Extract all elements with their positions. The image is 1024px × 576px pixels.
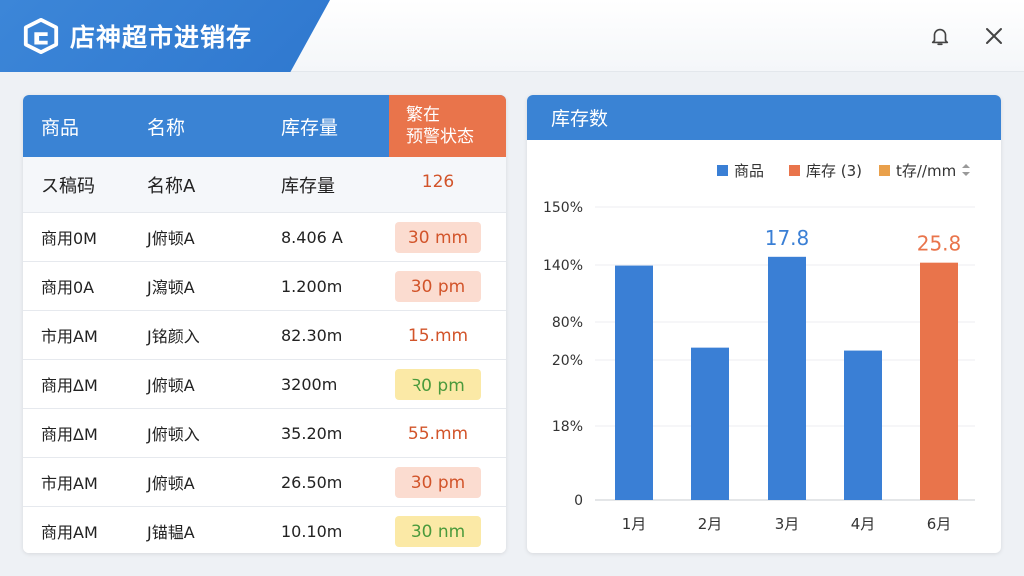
table-cell: J俯顿入 xyxy=(147,425,200,444)
y-tick-label: 150% xyxy=(543,200,583,216)
warning-header-line1: 繁在 xyxy=(406,105,440,125)
status-badge: 126 xyxy=(421,171,455,192)
y-tick-label: 20% xyxy=(552,353,583,369)
table-cell: J锚韫A xyxy=(147,523,195,542)
table-cell: J俯顿A xyxy=(147,474,195,493)
table-row[interactable]: 商用AM J锚韫A 10.10m 30 nm xyxy=(23,507,506,553)
x-tick-label: 2月 xyxy=(698,515,723,533)
table-row[interactable]: ス稿码 名称A 库存量 126 xyxy=(23,157,506,213)
bar-3 xyxy=(768,256,806,500)
table-cell: 市用AM xyxy=(41,327,98,346)
data-label: 17.8 xyxy=(765,226,810,250)
y-tick-label: 18% xyxy=(552,419,583,435)
table-row[interactable]: 商用ΔM J俯顿入 35.20m 55.mm xyxy=(23,409,506,458)
x-tick-label: 6月 xyxy=(927,515,952,533)
bar-5 xyxy=(920,262,958,500)
shop-logo-icon xyxy=(23,17,59,55)
table-cell: 市用AM xyxy=(41,474,98,493)
table-cell: 1.200m xyxy=(281,276,343,296)
table-row[interactable]: 商用0M J俯顿A 8.406 A 30 mm xyxy=(23,213,506,262)
status-badge: 30 mm xyxy=(395,222,481,253)
status-badge: 30 nm xyxy=(395,516,481,547)
top-bar: 店神超市进销存 xyxy=(0,0,1024,72)
bar-chart: 150% 140% 80% 20% 18% 0 1月 2月 17.8 3月 4月 25.8 6月 xyxy=(543,200,975,533)
bar-4 xyxy=(844,350,882,500)
close-icon[interactable] xyxy=(980,22,1008,50)
table-row[interactable]: 商用0A J瀉顿A 1.200m 30 pm xyxy=(23,262,506,311)
header-product[interactable]: 商品 xyxy=(41,95,79,157)
data-label: 25.8 xyxy=(917,232,962,256)
header-stock[interactable]: 库存量 xyxy=(281,95,338,157)
table-cell: 商用ΔM xyxy=(41,425,98,444)
y-tick-label: 0 xyxy=(574,493,583,509)
table-cell: 名称A xyxy=(147,175,196,197)
table-cell: J铭颜入 xyxy=(147,327,200,346)
x-tick-label: 4月 xyxy=(851,515,876,533)
table-cell: J俯顿A xyxy=(147,376,195,395)
stock-chart-panel: 库存数 商品 库存 (3) t存//mm 150% 140% 80% 20% 18% 0 1… xyxy=(527,95,1001,553)
table-cell: 3200m xyxy=(281,374,338,394)
table-cell: 商用0A xyxy=(41,278,95,297)
table-cell: J瀉顿A xyxy=(147,278,195,297)
status-badge: 15.mm xyxy=(407,325,469,346)
status-badge: 55.mm xyxy=(407,423,469,444)
table-cell: 商用AM xyxy=(41,523,98,542)
x-tick-label: 1月 xyxy=(622,515,647,533)
table-cell: 26.50m xyxy=(281,472,343,492)
table-cell: 库存量 xyxy=(281,175,335,197)
table-header: 商品 名称 库存量 繁在 预警状态 xyxy=(23,95,506,157)
y-tick-label: 80% xyxy=(552,315,583,331)
table-row[interactable]: 市用AM J铭颜入 82.30m 15.mm xyxy=(23,311,506,360)
table-cell: 8.406 A xyxy=(281,227,343,247)
inventory-table-panel: 商品 名称 库存量 繁在 预警状态 ス稿码 名称A 库存量 126 商用0M J俯顿A 8.… xyxy=(23,95,506,553)
app-title: 店神超市进销存 xyxy=(70,23,253,52)
table-row[interactable]: 商用ΔM J俯顿A 3200m Ꝛ0 pm xyxy=(23,360,506,409)
table-cell: 10.10m xyxy=(281,521,343,541)
header-warning-status[interactable]: 繁在 预警状态 xyxy=(389,95,506,157)
table-cell: 商用0M xyxy=(41,229,97,248)
status-badge: 30 pm xyxy=(395,467,481,498)
table-cell: 82.30m xyxy=(281,325,343,345)
status-badge: Ꝛ0 pm xyxy=(395,369,481,400)
status-badge: 30 pm xyxy=(395,271,481,302)
bell-icon[interactable] xyxy=(926,22,954,50)
bar-2 xyxy=(691,347,729,500)
y-tick-label: 140% xyxy=(543,258,583,274)
table-cell: 商用ΔM xyxy=(41,376,98,395)
x-tick-label: 3月 xyxy=(775,515,800,533)
table-cell: J俯顿A xyxy=(147,229,195,248)
bar-1 xyxy=(615,265,653,500)
table-cell: ス稿码 xyxy=(41,175,95,197)
warning-header-line2: 预警状态 xyxy=(406,127,474,147)
table-row[interactable]: 市用AM J俯顿A 26.50m 30 pm xyxy=(23,458,506,507)
brand-header: 店神超市进销存 xyxy=(0,0,330,72)
table-cell: 35.20m xyxy=(281,423,343,443)
header-name[interactable]: 名称 xyxy=(147,95,185,157)
